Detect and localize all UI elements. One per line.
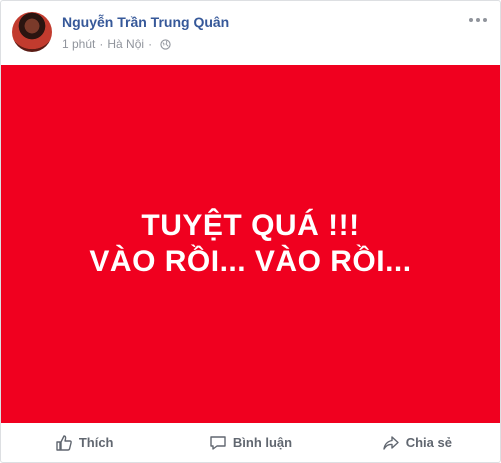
meta-separator: ·: [99, 37, 104, 51]
author-avatar[interactable]: [12, 12, 52, 52]
like-button[interactable]: Thích: [1, 434, 167, 452]
meta-separator-2: ·: [148, 37, 153, 51]
comment-button[interactable]: Bình luận: [167, 434, 333, 452]
banner-line-2: VÀO RỒI... VÀO RỒI...: [89, 245, 412, 278]
globe-icon[interactable]: [160, 38, 171, 50]
banner-line-1: TUYỆT QUÁ !!!: [141, 209, 360, 242]
comment-icon: [210, 435, 226, 450]
dot-icon: [483, 18, 487, 22]
post-header: Nguyễn Trần Trung Quân 1 phút · Hà Nội ·: [1, 1, 500, 65]
share-icon: [382, 435, 399, 450]
share-button[interactable]: Chia sẻ: [334, 434, 500, 452]
author-name[interactable]: Nguyễn Trần Trung Quân: [62, 14, 229, 30]
share-label: Chia sẻ: [405, 435, 452, 450]
post-location[interactable]: Hà Nội: [107, 37, 144, 51]
dot-icon: [469, 18, 473, 22]
post-meta: 1 phút · Hà Nội ·: [62, 37, 171, 51]
post-card: Nguyễn Trần Trung Quân 1 phút · Hà Nội ·…: [0, 0, 501, 463]
post-text-banner: TUYỆT QUÁ !!! VÀO RỒI... VÀO RỒI...: [1, 65, 500, 423]
dot-icon: [476, 18, 480, 22]
more-options-icon[interactable]: [468, 13, 488, 27]
like-label: Thích: [78, 435, 114, 450]
comment-label: Bình luận: [232, 435, 293, 450]
thumbs-up-icon: [56, 434, 72, 451]
post-time[interactable]: 1 phút: [62, 37, 95, 51]
action-bar: Thích Bình luận Chia sẻ: [1, 423, 500, 462]
